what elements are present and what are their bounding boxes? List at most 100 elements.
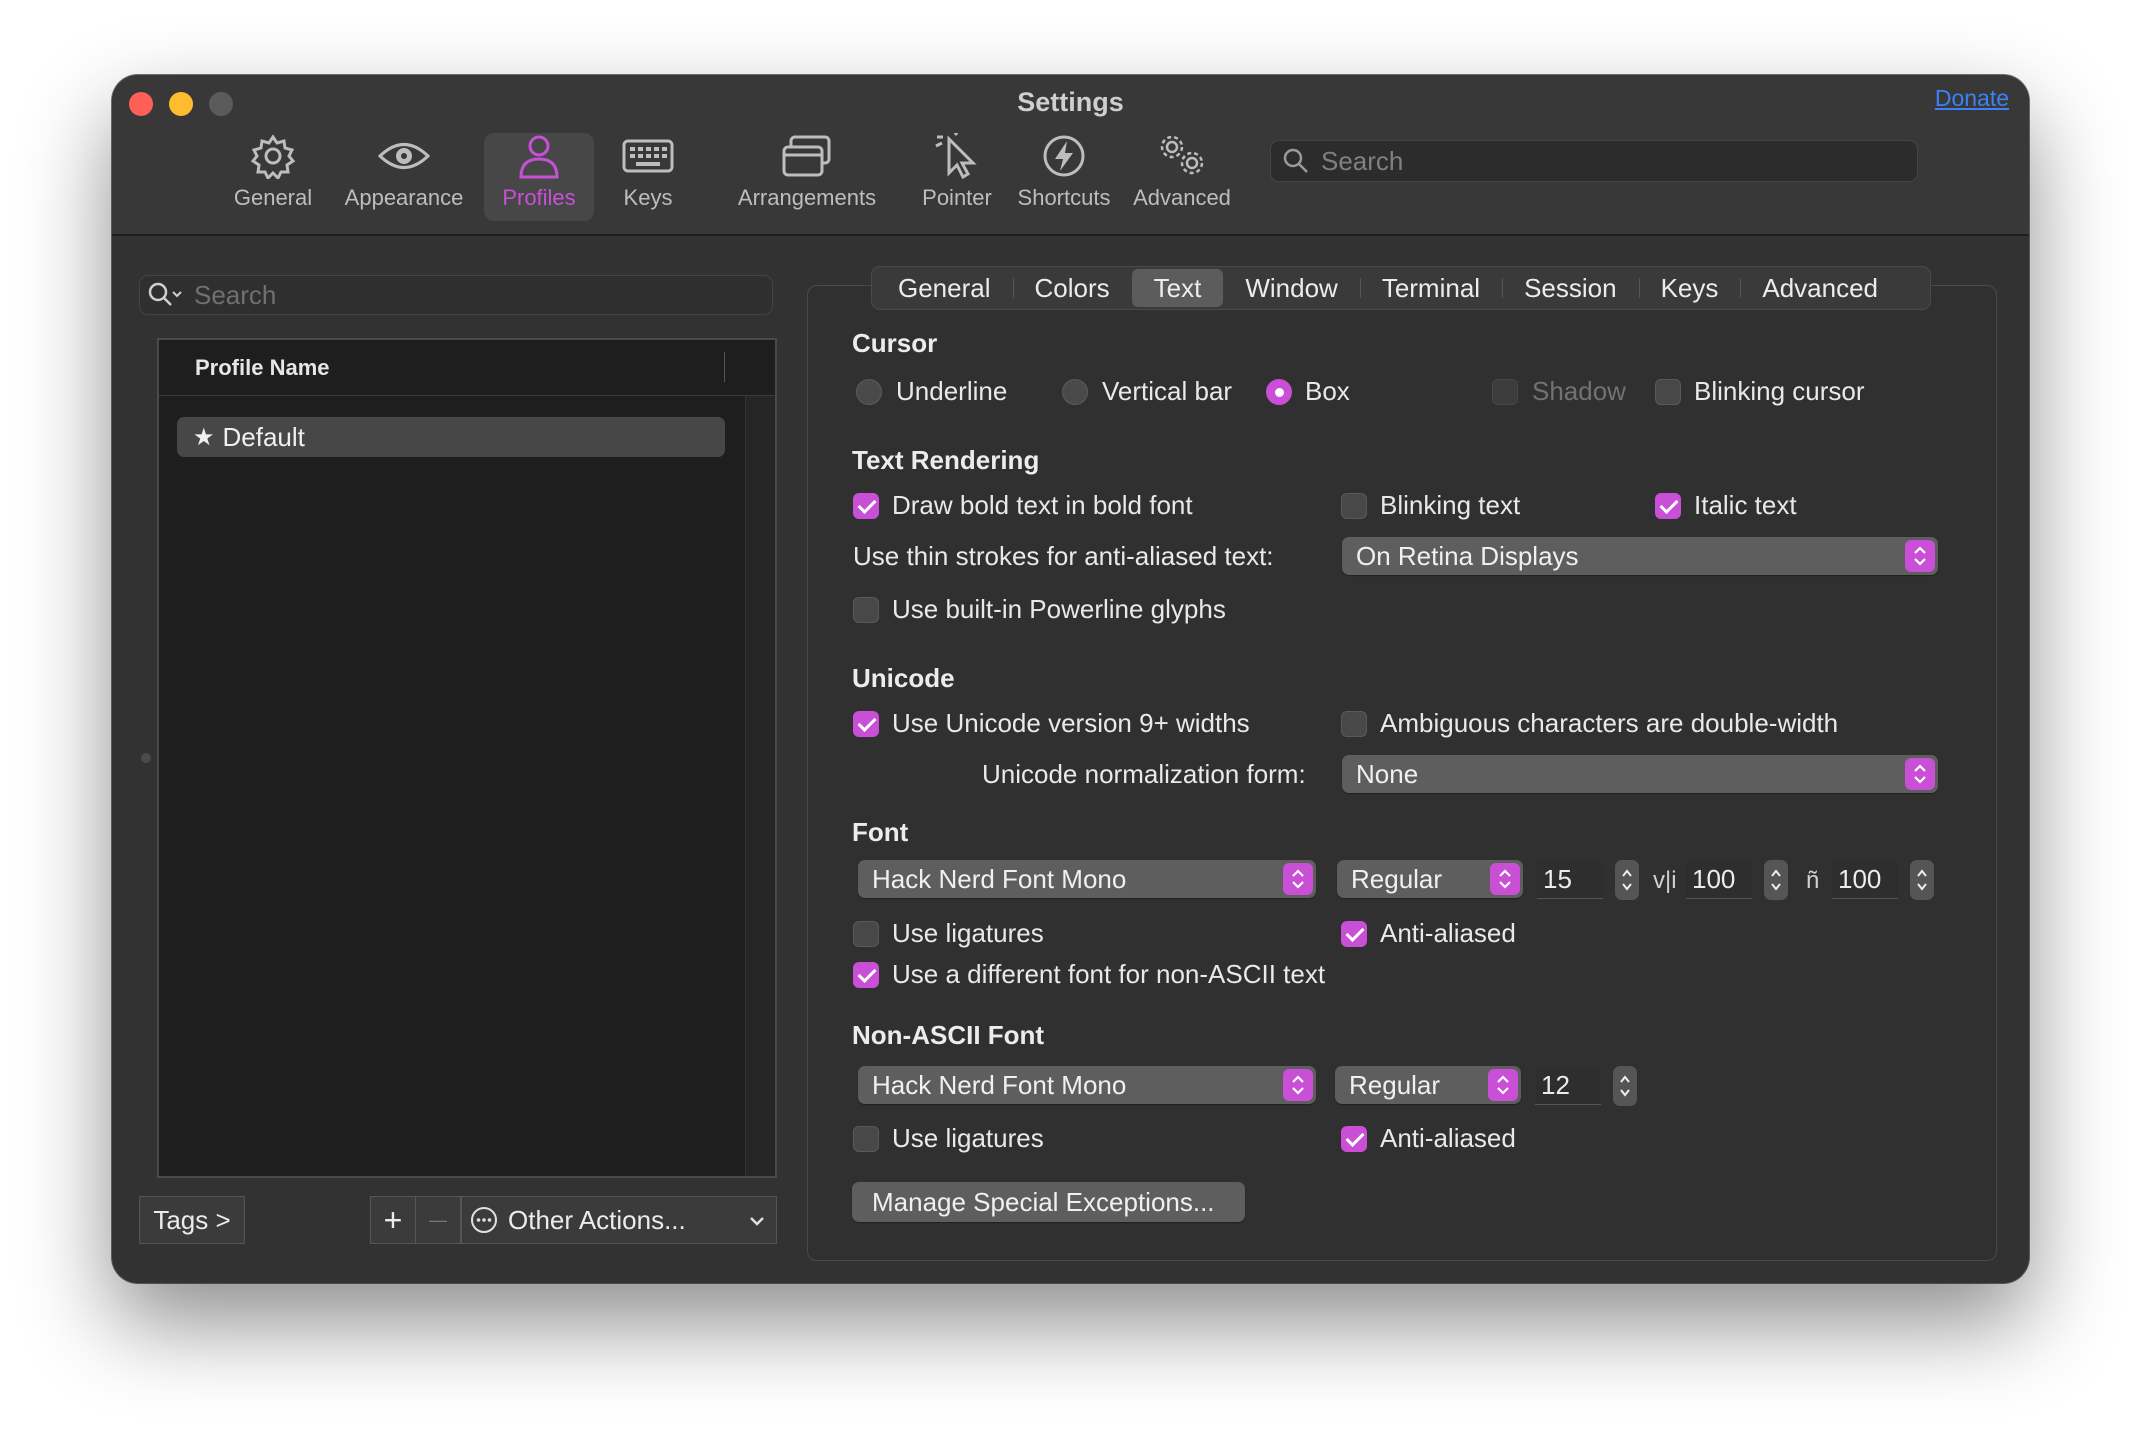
tab-session[interactable]: Session [1502,269,1639,307]
blinking-cursor-label: Blinking cursor [1694,376,1865,406]
profile-list-scrollbar[interactable] [745,396,775,1176]
updown-chevron-icon [1905,758,1935,790]
horizontal-spacing-field[interactable]: 100 [1832,861,1898,899]
unicode-widths-label: Use Unicode version 9+ widths [892,708,1250,738]
thin-strokes-value: On Retina Displays [1356,540,1579,571]
windows-icon [782,135,831,177]
shadow-checkbox[interactable] [1492,379,1518,405]
blinking-text-checkbox[interactable] [1341,493,1367,519]
tags-button[interactable]: Tags > [139,1196,245,1244]
column-header-label: Profile Name [195,354,330,380]
other-actions-label: Other Actions... [508,1204,686,1235]
font-size-stepper[interactable] [1615,860,1639,900]
tab-advanced[interactable]: Advanced [1740,269,1900,307]
cursor-underline-radio[interactable] [856,379,882,405]
horizontal-spacing-stepper[interactable] [1910,860,1934,900]
toolbar-profiles-label: Profiles [502,185,576,210]
blinking-cursor-checkbox[interactable] [1655,379,1681,405]
font-size-field[interactable]: 15 [1537,861,1603,899]
font-family-popup[interactable]: Hack Nerd Font Mono [858,860,1316,898]
remove-profile-button[interactable]: — [415,1196,461,1244]
toolbar-appearance[interactable]: Appearance [334,133,474,221]
toolbar-advanced-label: Advanced [1133,185,1231,210]
toolbar-pointer[interactable]: Pointer [910,133,1004,221]
tab-colors[interactable]: Colors [1012,269,1132,307]
bold-font-label: Draw bold text in bold font [892,490,1193,520]
ambiguous-width-checkbox[interactable] [1341,711,1367,737]
powerline-label: Use built-in Powerline glyphs [892,594,1226,624]
cursor-heading: Cursor [852,328,938,358]
font-ligatures-label: Use ligatures [892,918,1044,948]
non-ascii-font-style-value: Regular [1349,1069,1441,1100]
toolbar-keys[interactable]: Keys [607,133,689,221]
toolbar-pointer-label: Pointer [922,185,992,210]
toolbar-general-label: General [233,185,313,210]
thin-strokes-label: Use thin strokes for anti-aliased text: [853,541,1274,571]
font-antialiased-checkbox[interactable] [1341,921,1367,947]
cursor-vertical-bar-radio[interactable] [1062,379,1088,405]
pointer-icon [935,133,977,179]
toolbar-arrangements-label: Arrangements [737,185,877,210]
text-rendering-heading: Text Rendering [852,445,1040,475]
thin-strokes-popup[interactable]: On Retina Displays [1342,537,1938,575]
tab-keys[interactable]: Keys [1638,269,1741,307]
chevron-down-icon [750,1217,764,1226]
cursor-box-radio[interactable] [1266,379,1292,405]
non-ascii-font-heading: Non-ASCII Font [852,1020,1045,1050]
font-style-value: Regular [1351,863,1443,894]
unicode-widths-checkbox[interactable] [853,711,879,737]
add-profile-button[interactable]: + [370,1196,416,1244]
non-ascii-antialiased-label: Anti-aliased [1380,1123,1516,1153]
toolbar-arrangements[interactable]: Arrangements [706,133,908,221]
profile-name-column-header[interactable]: Profile Name [159,340,775,396]
tab-general[interactable]: General [876,269,1013,307]
vertical-spacing-field[interactable]: 100 [1686,861,1752,899]
non-ascii-font-size-field[interactable]: 12 [1535,1067,1601,1105]
column-separator [724,352,725,382]
non-ascii-ligatures-label: Use ligatures [892,1123,1044,1153]
toolbar-keys-label: Keys [623,185,673,210]
horizontal-spacing-icon: ñ [1806,867,1820,894]
italic-text-checkbox[interactable] [1655,493,1681,519]
font-ligatures-checkbox[interactable] [853,921,879,947]
keyboard-icon [622,139,674,173]
toolbar-advanced[interactable]: Advanced [1125,133,1239,221]
non-ascii-font-style-popup[interactable]: Regular [1335,1066,1521,1104]
titlebar: Settings Donate General Appearance Profi… [112,75,2029,236]
normalization-popup[interactable]: None [1342,755,1938,793]
stepper-arrows-icon [1917,869,1927,891]
non-ascii-font-checkbox[interactable] [853,962,879,988]
star-icon: ★ [193,423,215,451]
font-antialiased-label: Anti-aliased [1380,918,1516,948]
person-icon [519,135,559,179]
toolbar-general[interactable]: General [227,133,319,221]
vertical-spacing-stepper[interactable] [1764,860,1788,900]
toolbar-search-field[interactable] [1270,140,1918,182]
split-resize-handle[interactable] [141,753,151,763]
tab-text[interactable]: Text [1131,269,1224,307]
profile-search-field[interactable] [139,275,773,315]
donate-link[interactable]: Donate [1935,85,2009,112]
toolbar-profiles[interactable]: Profiles [484,133,594,221]
profile-search-input[interactable] [194,279,754,311]
non-ascii-ligatures-checkbox[interactable] [853,1126,879,1152]
non-ascii-antialiased-checkbox[interactable] [1341,1126,1367,1152]
manage-special-exceptions-button[interactable]: Manage Special Exceptions... [852,1182,1245,1222]
font-style-popup[interactable]: Regular [1337,860,1523,898]
powerline-checkbox[interactable] [853,597,879,623]
non-ascii-font-family-popup[interactable]: Hack Nerd Font Mono [858,1066,1316,1104]
toolbar-search-input[interactable] [1321,145,1881,177]
search-options-icon [148,282,182,306]
profile-row-default[interactable]: ★ Default [177,417,725,457]
other-actions-menu[interactable]: Other Actions... [461,1196,777,1244]
normalization-value: None [1356,758,1419,789]
tab-terminal[interactable]: Terminal [1359,269,1502,307]
vertical-spacing-icon: v|i [1653,867,1677,894]
toolbar-shortcuts[interactable]: Shortcuts [1004,133,1124,221]
bold-font-checkbox[interactable] [853,493,879,519]
non-ascii-font-size-stepper[interactable] [1613,1066,1637,1106]
tab-window[interactable]: Window [1223,269,1359,307]
cursor-underline-label: Underline [896,376,1008,406]
normalization-label: Unicode normalization form: [982,759,1306,789]
stepper-arrows-icon [1771,869,1781,891]
